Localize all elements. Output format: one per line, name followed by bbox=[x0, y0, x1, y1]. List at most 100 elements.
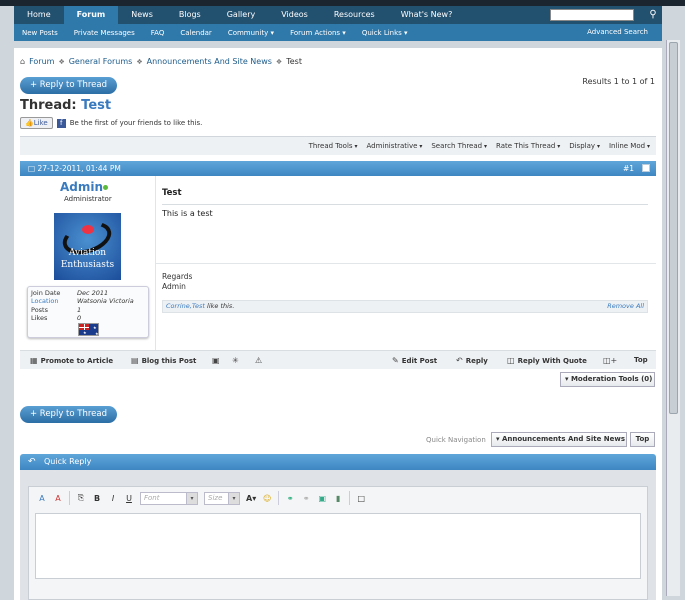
stat-posts: Posts 1 bbox=[31, 306, 82, 314]
unlink-icon[interactable]: ⚭ bbox=[301, 494, 311, 503]
like-label: Like bbox=[33, 119, 48, 127]
likers-links[interactable]: Corrine,Test bbox=[166, 302, 205, 310]
search-icon[interactable]: ⚲ bbox=[646, 8, 660, 22]
subnav-private-messages[interactable]: Private Messages bbox=[66, 29, 143, 37]
likes-bar: Corrine,Test like this. Remove All bbox=[162, 300, 648, 313]
promote-icon: ▦ bbox=[30, 356, 38, 365]
facebook-like-button[interactable]: 👍Like bbox=[20, 117, 53, 129]
tab-whats-new[interactable]: What's New? bbox=[388, 6, 466, 24]
post-footer: ▦ Promote to Article ▤ Blog this Post ▣ ✳ … bbox=[20, 350, 656, 369]
likes-suffix: like this. bbox=[204, 302, 235, 310]
tab-resources[interactable]: Resources bbox=[321, 6, 388, 24]
text-color-icon[interactable]: A▾ bbox=[246, 494, 256, 503]
subnav-new-posts[interactable]: New Posts bbox=[14, 29, 66, 37]
top-button[interactable]: Top bbox=[630, 432, 655, 447]
infraction-icon[interactable]: ✳ bbox=[232, 356, 239, 365]
tab-blogs[interactable]: Blogs bbox=[166, 6, 214, 24]
report-icon[interactable]: ▣ bbox=[212, 356, 220, 365]
image-icon[interactable]: ▣ bbox=[317, 494, 327, 503]
switch-editor-mode-icon[interactable]: A bbox=[37, 494, 47, 503]
avatar[interactable]: Aviation Enthusiasts bbox=[54, 213, 121, 280]
inline-mod-menu[interactable]: Inline Mod bbox=[609, 142, 650, 150]
avatar-text-line1: Aviation bbox=[68, 248, 107, 258]
moderation-tools-dropdown[interactable]: ▾ Moderation Tools (0) bbox=[560, 372, 655, 387]
quick-navigation-label: Quick Navigation bbox=[426, 436, 486, 444]
user-title: Administrator bbox=[64, 195, 112, 203]
subnav-forum-actions[interactable]: Forum Actions ▾ bbox=[282, 29, 354, 37]
quote-icon[interactable]: □ bbox=[356, 494, 366, 503]
advanced-search-link[interactable]: Advanced Search bbox=[587, 28, 648, 36]
breadcrumb-separator-icon: ❖ bbox=[58, 57, 65, 66]
multiquote-icon[interactable]: ◫+ bbox=[603, 356, 617, 365]
display-menu[interactable]: Display bbox=[569, 142, 600, 150]
username-link[interactable]: Admin bbox=[60, 180, 103, 194]
post-header: □ 27-12-2011, 01:44 PM #1 bbox=[20, 161, 656, 176]
warning-icon[interactable]: ⚠ bbox=[255, 356, 262, 365]
tab-news[interactable]: News bbox=[118, 6, 166, 24]
reply-with-quote-button[interactable]: ◫ Reply With Quote bbox=[507, 356, 587, 365]
size-select[interactable]: Size ▾ bbox=[204, 491, 240, 505]
quick-reply-title: Quick Reply bbox=[44, 457, 92, 466]
message-textarea[interactable] bbox=[35, 513, 641, 579]
editor-toolbar: A A ⎘ B I U Font ▾ Size ▾ A▾ ☺ ⚭ ⚭ ▣ ▮ □ bbox=[29, 487, 647, 509]
paste-icon[interactable]: ⎘ bbox=[76, 493, 86, 503]
remove-all-likes-link[interactable]: Remove All bbox=[607, 301, 644, 312]
remove-format-icon[interactable]: A bbox=[53, 494, 63, 503]
breadcrumb: ⌂ Forum ❖ General Forums ❖ Announcements… bbox=[20, 57, 302, 66]
reply-button[interactable]: ↶ Reply bbox=[456, 356, 488, 365]
post-number-link[interactable]: #1 bbox=[623, 161, 634, 176]
signature-line1: Regards bbox=[162, 272, 193, 281]
breadcrumb-forum[interactable]: Forum bbox=[29, 57, 54, 66]
breadcrumb-general-forums[interactable]: General Forums bbox=[69, 57, 133, 66]
subnav-quick-links[interactable]: Quick Links ▾ bbox=[354, 29, 416, 37]
quick-navigation-select[interactable]: ▾ Announcements And Site News bbox=[491, 432, 627, 447]
tab-home[interactable]: Home bbox=[14, 6, 64, 24]
post-text: This is a test bbox=[162, 209, 213, 218]
subnav-community[interactable]: Community ▾ bbox=[220, 29, 282, 37]
reply-to-thread-button[interactable]: + Reply to Thread bbox=[20, 77, 117, 94]
edit-post-button[interactable]: ✎ Edit Post bbox=[392, 356, 437, 365]
quick-reply-editor: A A ⎘ B I U Font ▾ Size ▾ A▾ ☺ ⚭ ⚭ ▣ ▮ □ bbox=[28, 486, 648, 600]
blog-this-post-button[interactable]: ▤ Blog this Post bbox=[131, 356, 196, 365]
user-info-pane: Admin Administrator Aviation Enthusiasts… bbox=[20, 176, 156, 350]
tab-forum[interactable]: Forum bbox=[63, 6, 119, 24]
subnav-calendar[interactable]: Calendar bbox=[172, 29, 219, 37]
stat-location: Location Watsonia Victoria bbox=[31, 297, 134, 305]
thread-tools-menu[interactable]: Thread Tools bbox=[309, 142, 358, 150]
promote-to-article-button[interactable]: ▦ Promote to Article bbox=[30, 356, 113, 365]
search-input[interactable] bbox=[550, 9, 634, 21]
page-title: Thread: Test bbox=[20, 98, 111, 113]
stat-join-date: Join Date Dec 2011 bbox=[31, 289, 109, 297]
subnav-faq[interactable]: FAQ bbox=[143, 29, 173, 37]
reply-to-thread-button-bottom[interactable]: + Reply to Thread bbox=[20, 406, 117, 423]
italic-icon[interactable]: I bbox=[108, 494, 118, 503]
scrollbar-thumb[interactable] bbox=[669, 42, 678, 414]
thread-toolbar: Thread Tools Administrative Search Threa… bbox=[20, 136, 656, 155]
underline-icon[interactable]: U bbox=[124, 494, 134, 503]
rate-thread-menu[interactable]: Rate This Thread bbox=[496, 142, 560, 150]
top-link[interactable]: Top bbox=[634, 356, 648, 364]
thread-prefix: Thread: bbox=[20, 98, 77, 113]
home-icon[interactable]: ⌂ bbox=[20, 57, 25, 66]
search-thread-menu[interactable]: Search Thread bbox=[431, 142, 487, 150]
tab-videos[interactable]: Videos bbox=[268, 6, 321, 24]
inline-mod-checkbox[interactable] bbox=[642, 164, 650, 172]
breadcrumb-separator-icon: ❖ bbox=[136, 57, 143, 66]
blog-icon: ▤ bbox=[131, 356, 139, 365]
bold-icon[interactable]: B bbox=[92, 494, 102, 503]
breadcrumb-announcements[interactable]: Announcements And Site News bbox=[147, 57, 272, 66]
pencil-icon: ✎ bbox=[392, 356, 399, 365]
link-icon[interactable]: ⚭ bbox=[285, 494, 295, 503]
administrative-menu[interactable]: Administrative bbox=[366, 142, 422, 150]
video-icon[interactable]: ▮ bbox=[333, 494, 343, 503]
chevron-down-icon: ▾ bbox=[228, 492, 239, 504]
font-select[interactable]: Font ▾ bbox=[140, 491, 198, 505]
stat-likes: Likes 0 bbox=[31, 314, 82, 322]
browser-window: Home Forum News Blogs Gallery Videos Res… bbox=[0, 0, 685, 600]
quote-icon: ◫ bbox=[507, 356, 515, 365]
main-navbar: Home Forum News Blogs Gallery Videos Res… bbox=[14, 6, 662, 24]
scrollbar[interactable] bbox=[666, 40, 680, 596]
post-date: 27-12-2011, 01:44 PM bbox=[37, 164, 121, 173]
smiley-icon[interactable]: ☺ bbox=[262, 494, 272, 503]
tab-gallery[interactable]: Gallery bbox=[214, 6, 269, 24]
